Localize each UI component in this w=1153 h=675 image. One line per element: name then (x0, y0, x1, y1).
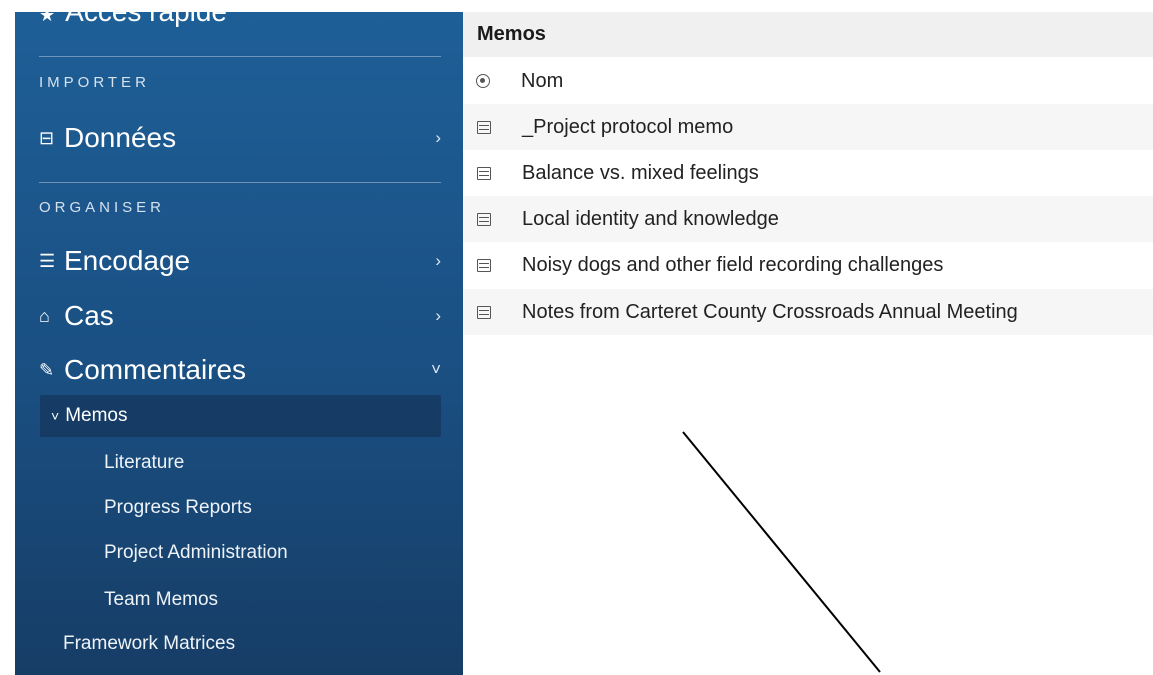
annotation-stroke (682, 431, 881, 673)
annotation-line (682, 431, 881, 673)
